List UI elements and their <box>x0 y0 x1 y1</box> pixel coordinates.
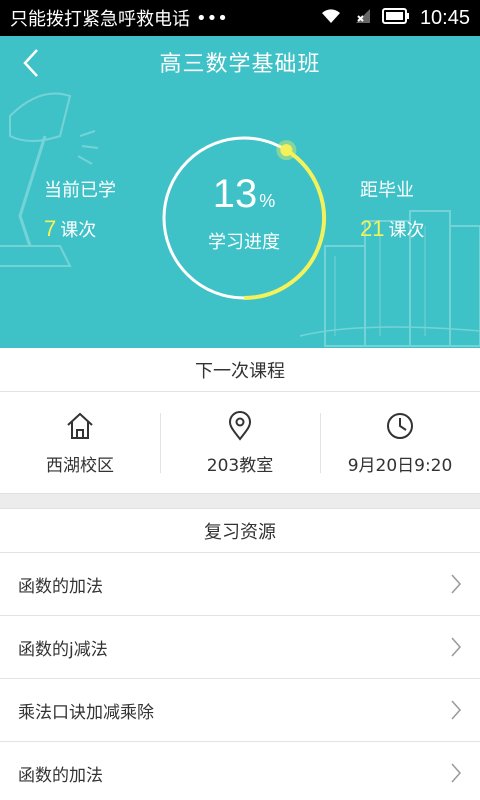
list-item-label: 函数的j减法 <box>18 639 108 660</box>
learned-count: 7 <box>44 216 57 241</box>
chevron-right-icon <box>451 700 462 720</box>
room-label: 203教室 <box>206 455 274 476</box>
progress-hero: 高三数学基础班 当前已学 7 课次 13% 学习进度 距毕业 21 课次 <box>0 36 480 348</box>
remaining-count: 21 <box>360 216 385 241</box>
battery-icon <box>381 7 410 29</box>
next-class-campus[interactable]: 西湖校区 <box>0 393 160 493</box>
section-divider <box>0 493 480 509</box>
home-icon <box>67 412 93 439</box>
page-title: 高三数学基础班 <box>159 52 321 77</box>
list-item[interactable]: 函数的加法 <box>0 742 480 800</box>
learned-title: 当前已学 <box>44 180 116 201</box>
location-pin-icon <box>228 410 252 441</box>
remaining-value: 21 课次 <box>360 216 424 242</box>
clock-icon <box>387 412 413 439</box>
status-time: 10:45 <box>419 6 470 29</box>
remaining-title: 距毕业 <box>360 180 414 201</box>
remaining-stat: 距毕业 21 课次 <box>360 176 424 242</box>
list-item-label: 函数的加法 <box>18 576 103 597</box>
notification-dots: ••• <box>196 7 228 29</box>
status-bar: 只能拨打紧急呼救电话 ••• 10:45 <box>0 0 480 36</box>
review-list: 函数的加法 函数的j减法 乘法口诀加减乘除 函数的加法 <box>0 553 480 800</box>
time-label: 9月20日9:20 <box>347 455 453 476</box>
wifi-icon <box>320 7 342 30</box>
next-class-title: 下一次课程 <box>0 348 480 392</box>
learned-stat: 当前已学 7 课次 <box>44 176 116 242</box>
carrier-text: 只能拨打紧急呼救电话 <box>10 9 190 30</box>
list-item[interactable]: 函数的j减法 <box>0 616 480 679</box>
campus-label: 西湖校区 <box>46 455 114 476</box>
list-item-label: 乘法口诀加减乘除 <box>18 702 154 723</box>
chevron-right-icon <box>451 637 462 657</box>
chevron-right-icon <box>451 763 462 783</box>
review-title: 复习资源 <box>0 509 480 553</box>
list-item-label: 函数的加法 <box>18 765 103 786</box>
status-left: 只能拨打紧急呼救电话 ••• <box>10 5 228 31</box>
next-class-time[interactable]: 9月20日9:20 <box>320 393 480 493</box>
progress-dot <box>280 144 293 157</box>
progress-percent-unit: % <box>259 191 276 211</box>
progress-ring: 13% 学习进度 <box>160 134 328 302</box>
status-right: 10:45 <box>320 7 470 30</box>
progress-percent-number: 13 <box>212 172 258 216</box>
list-item[interactable]: 乘法口诀加减乘除 <box>0 679 480 742</box>
chevron-right-icon <box>451 574 462 594</box>
list-item[interactable]: 函数的加法 <box>0 553 480 616</box>
next-class-room[interactable]: 203教室 <box>160 393 320 493</box>
signal-icon <box>352 7 372 30</box>
remaining-unit: 课次 <box>388 220 425 241</box>
learned-unit: 课次 <box>60 220 97 241</box>
learned-value: 7 课次 <box>44 216 116 242</box>
next-class-info: 西湖校区 203教室 9月20日9:20 <box>0 393 480 493</box>
progress-percent: 13% <box>160 172 328 217</box>
progress-label: 学习进度 <box>208 232 280 253</box>
